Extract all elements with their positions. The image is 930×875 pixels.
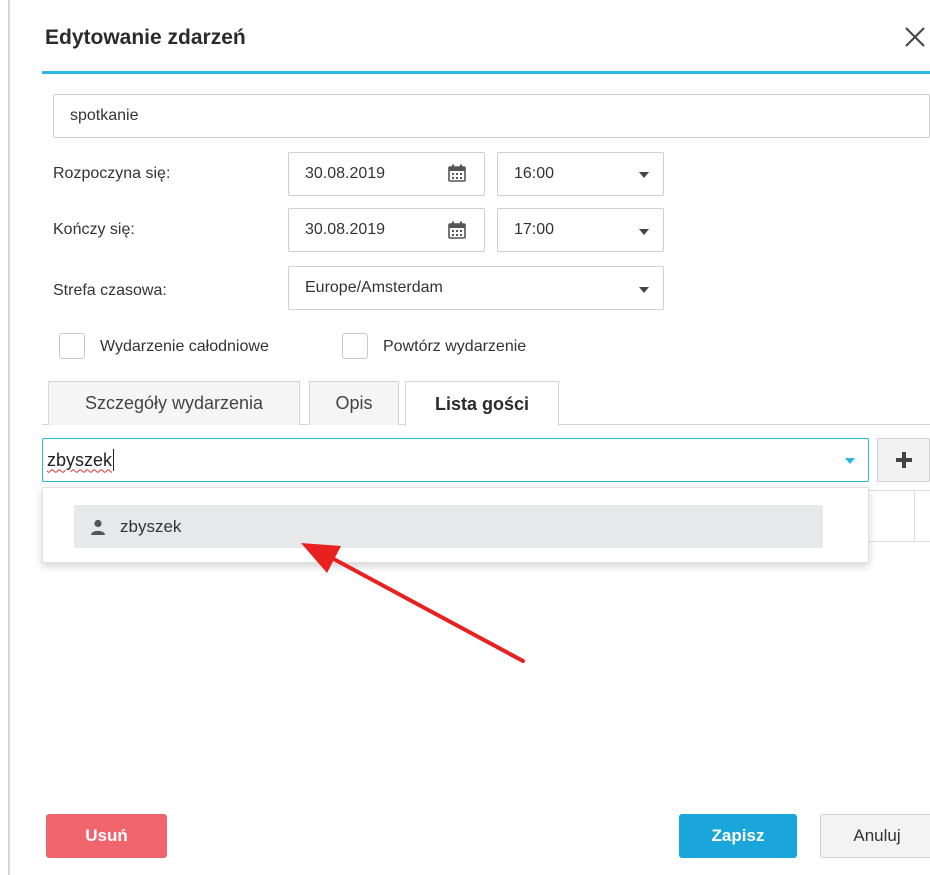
close-icon[interactable] bbox=[902, 24, 928, 50]
event-title-value: spotkanie bbox=[70, 107, 139, 124]
all-day-checkbox[interactable] bbox=[59, 333, 85, 359]
tab-details[interactable]: Szczegóły wydarzenia bbox=[48, 381, 300, 425]
chevron-down-icon[interactable] bbox=[845, 458, 855, 464]
plus-icon bbox=[895, 452, 912, 468]
repeat-label: Powtórz wydarzenie bbox=[383, 338, 527, 355]
start-time-value: 16:00 bbox=[514, 165, 555, 182]
end-label: Kończy się: bbox=[53, 221, 135, 238]
guest-table bbox=[860, 490, 930, 542]
tab-guest-list[interactable]: Lista gości bbox=[405, 381, 559, 426]
suggestion-label: zbyszek bbox=[120, 516, 182, 536]
save-button[interactable]: Zapisz bbox=[679, 814, 797, 858]
chevron-down-icon bbox=[639, 229, 649, 235]
start-date-value: 30.08.2019 bbox=[305, 165, 386, 182]
cancel-button[interactable]: Anuluj bbox=[820, 814, 930, 858]
timezone-select[interactable]: Europe/Amsterdam bbox=[288, 266, 664, 310]
user-icon bbox=[91, 519, 105, 535]
delete-button[interactable]: Usuń bbox=[46, 814, 167, 858]
text-cursor bbox=[113, 449, 115, 471]
window-edge bbox=[8, 0, 10, 875]
add-guest-button[interactable] bbox=[877, 438, 930, 482]
timezone-label: Strefa czasowa: bbox=[53, 282, 167, 299]
suggestion-item[interactable]: zbyszek bbox=[74, 505, 823, 548]
chevron-down-icon bbox=[639, 172, 649, 178]
repeat-checkbox[interactable] bbox=[342, 333, 368, 359]
header-divider bbox=[42, 71, 930, 74]
tab-description[interactable]: Opis bbox=[309, 381, 399, 425]
end-time-value: 17:00 bbox=[514, 221, 555, 238]
timezone-value: Europe/Amsterdam bbox=[305, 279, 443, 296]
end-date-value: 30.08.2019 bbox=[305, 221, 386, 238]
dialog-title: Edytowanie zdarzeń bbox=[45, 26, 246, 49]
chevron-down-icon bbox=[639, 287, 649, 293]
guest-suggestions-dropdown: zbyszek bbox=[42, 487, 869, 563]
start-label: Rozpoczyna się: bbox=[53, 165, 171, 182]
calendar-icon[interactable] bbox=[448, 164, 466, 182]
event-title-input[interactable]: spotkanie bbox=[53, 94, 930, 138]
guest-search-value: zbyszek bbox=[47, 449, 113, 470]
guest-search-input[interactable]: zbyszek bbox=[42, 438, 869, 482]
all-day-label: Wydarzenie całodniowe bbox=[100, 338, 269, 355]
calendar-icon[interactable] bbox=[448, 221, 466, 239]
